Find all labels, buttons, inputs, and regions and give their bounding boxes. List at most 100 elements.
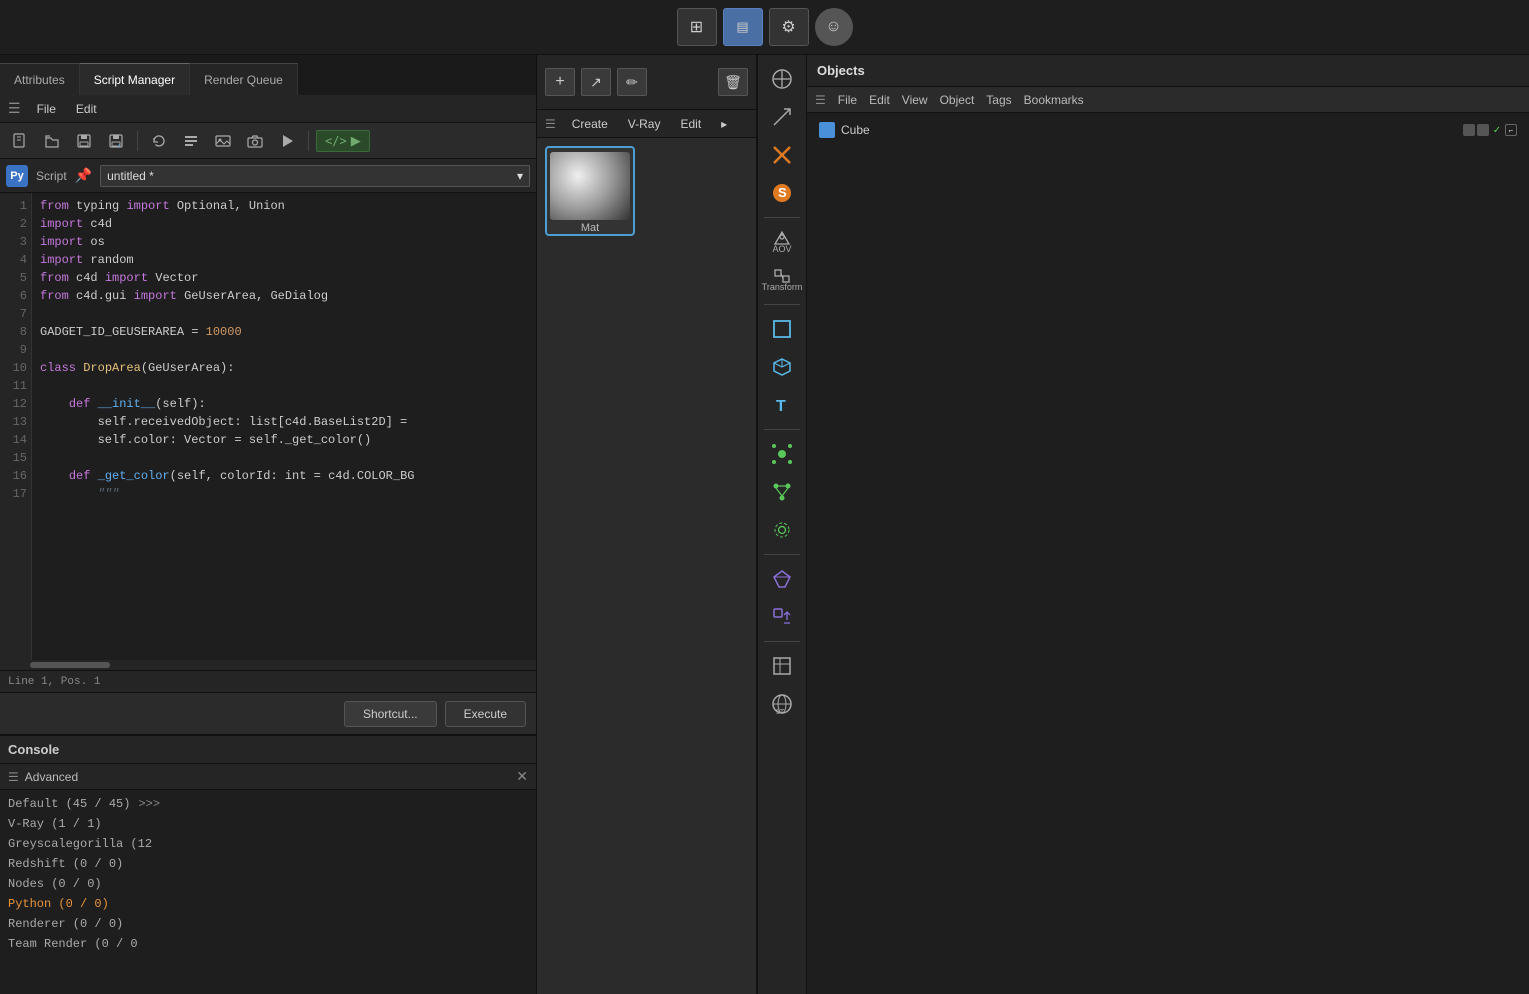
svg-text:5T: 5T: [776, 709, 785, 715]
sidebar-div-4: [764, 554, 800, 555]
left-panel: Attributes Script Manager Render Queue ☰…: [0, 55, 537, 994]
objects-menu: ☰ File Edit View Object Tags Bookmarks: [807, 87, 1529, 113]
material-preview: [550, 152, 630, 220]
objects-menu-view[interactable]: View: [902, 93, 928, 107]
svg-text:T: T: [776, 398, 786, 415]
gem-icon[interactable]: [762, 561, 802, 597]
menu-edit[interactable]: Edit: [72, 100, 101, 118]
console-content: Default (45 / 45) >>> V-Ray (1 / 1) Grey…: [0, 790, 536, 994]
layout-btn-1[interactable]: ⊞: [677, 8, 717, 46]
object-item-cube[interactable]: Cube ✓ ⌐: [811, 117, 1525, 143]
script-menu-bar: ☰ File Edit: [0, 95, 536, 123]
tab-render-queue[interactable]: Render Queue: [190, 63, 298, 95]
console-toolbar: ☰ Advanced ✕: [0, 764, 536, 790]
save-file-btn[interactable]: [70, 128, 98, 154]
objects-menu-object[interactable]: Object: [940, 93, 975, 107]
rotate-icon[interactable]: [762, 137, 802, 173]
script-list-btn[interactable]: [177, 128, 205, 154]
svg-text:S: S: [778, 185, 787, 200]
gear2-icon[interactable]: [762, 512, 802, 548]
horizontal-scrollbar[interactable]: [0, 660, 536, 670]
object-status-icons: ✓ ⌐: [1463, 124, 1517, 136]
image-btn[interactable]: [209, 128, 237, 154]
objects-menu-tags[interactable]: Tags: [986, 93, 1011, 107]
console-menu-icon[interactable]: ☰: [8, 770, 19, 784]
scale-icon[interactable]: [762, 99, 802, 135]
cube3d-icon[interactable]: [762, 349, 802, 385]
camera-btn[interactable]: [241, 128, 269, 154]
rect-icon[interactable]: [762, 311, 802, 347]
mat-vray[interactable]: V-Ray: [624, 115, 665, 133]
mat-create[interactable]: Create: [568, 115, 612, 133]
objects-panel: Objects ☰ File Edit View Object Tags Boo…: [807, 55, 1529, 994]
select2-icon[interactable]: [762, 436, 802, 472]
shortcut-button[interactable]: Shortcut...: [344, 701, 437, 727]
console-header: Console: [0, 736, 536, 764]
object-cube-name: Cube: [841, 123, 870, 137]
layout-btn-face[interactable]: ☺: [815, 8, 853, 46]
select-icon[interactable]: S: [762, 175, 802, 211]
mat-more[interactable]: ▸: [717, 115, 731, 133]
objects-menu-file[interactable]: File: [838, 93, 857, 107]
new-file-btn[interactable]: [6, 128, 34, 154]
execute-button[interactable]: Execute: [445, 701, 526, 727]
tab-script-manager[interactable]: Script Manager: [80, 63, 190, 95]
menu-icon[interactable]: ☰: [8, 100, 21, 117]
tab-attributes[interactable]: Attributes: [0, 63, 80, 95]
objects-menu-bookmarks[interactable]: Bookmarks: [1024, 93, 1084, 107]
tab-bar: Attributes Script Manager Render Queue: [0, 55, 536, 95]
layout-btn-3[interactable]: ⚙: [769, 8, 809, 46]
material-toolbar: + ↗ ✏ 🗑: [537, 55, 756, 110]
status-dot-grey2: [1477, 124, 1489, 136]
console-close-btn[interactable]: ✕: [516, 768, 528, 785]
material-name: Mat: [581, 222, 599, 234]
code-lines[interactable]: from typing import Optional, Union impor…: [32, 193, 536, 660]
python-icon: Py: [6, 165, 28, 187]
box-icon[interactable]: [762, 648, 802, 684]
sidebar-div-3: [764, 429, 800, 430]
menu-file[interactable]: File: [33, 100, 60, 118]
right-sidebar: S AOV Transform T: [757, 55, 807, 994]
arrow-btn[interactable]: ↗: [581, 68, 611, 96]
node-icon[interactable]: [762, 474, 802, 510]
material-item-mat[interactable]: Mat: [545, 146, 635, 236]
mat-menu-icon[interactable]: ☰: [545, 117, 556, 131]
console-line-6: Team Render (0 / 0: [8, 934, 528, 954]
objects-menu-edit[interactable]: Edit: [869, 93, 890, 107]
script-filename-dropdown[interactable]: untitled * ▾: [100, 165, 530, 187]
scroll-thumb[interactable]: [30, 662, 110, 668]
pin-icon[interactable]: 📌: [75, 167, 92, 184]
transform-icon[interactable]: Transform: [762, 262, 802, 298]
revert-btn[interactable]: [145, 128, 173, 154]
console-panel: Console ☰ Advanced ✕ Default (45 / 45) >…: [0, 734, 536, 994]
script-label: Script: [36, 169, 67, 183]
sep1: [137, 131, 138, 151]
edit-material-btn[interactable]: ✏: [617, 68, 647, 96]
code-editor[interactable]: 12345 678910 1112131415 1617 from typing…: [0, 193, 536, 692]
mat-edit[interactable]: Edit: [676, 115, 705, 133]
save-as-btn[interactable]: +: [102, 128, 130, 154]
console-line-3: Redshift (0 / 0): [8, 854, 528, 874]
text-icon[interactable]: T: [762, 387, 802, 423]
move-icon[interactable]: [762, 61, 802, 97]
run-script-btn[interactable]: </> ▶: [316, 130, 370, 152]
play-btn[interactable]: [273, 128, 301, 154]
objects-header: Objects: [807, 55, 1529, 87]
objects-title: Objects: [817, 63, 865, 78]
upload-icon[interactable]: [762, 599, 802, 635]
layout-btn-2[interactable]: ▤: [723, 8, 763, 46]
file-toolbar: + </> ▶: [0, 123, 536, 159]
globe-icon[interactable]: 5T: [762, 686, 802, 722]
status-dot-green: ✓: [1491, 124, 1503, 136]
script-filename: untitled *: [107, 169, 154, 183]
material-content: Mat: [537, 138, 756, 994]
add-material-btn[interactable]: +: [545, 68, 575, 96]
aov-icon[interactable]: AOV: [762, 224, 802, 260]
svg-text:+: +: [117, 143, 121, 149]
open-file-btn[interactable]: [38, 128, 66, 154]
console-line-4: Nodes (0 / 0): [8, 874, 528, 894]
objects-menu-icon[interactable]: ☰: [815, 93, 826, 107]
delete-material-btn[interactable]: 🗑: [718, 68, 748, 96]
line-numbers: 12345 678910 1112131415 1617: [0, 193, 32, 660]
material-panel: + ↗ ✏ 🗑 ☰ Create V-Ray Edit ▸ Mat: [537, 55, 757, 994]
